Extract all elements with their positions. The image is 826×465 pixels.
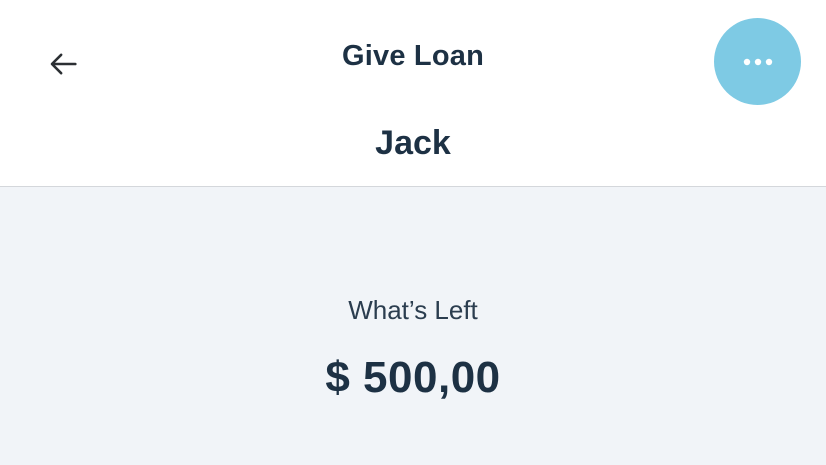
remaining-label: What’s Left <box>348 295 478 325</box>
borrower-name: Jack <box>375 124 451 162</box>
more-horizontal-icon <box>743 58 772 65</box>
page-title: Give Loan <box>342 40 484 72</box>
header: Give Loan Jack <box>0 0 826 187</box>
more-button[interactable] <box>714 18 801 105</box>
balance-panel: What’s Left $ 500,00 <box>0 187 826 465</box>
remaining-amount: $ 500,00 <box>325 353 501 402</box>
